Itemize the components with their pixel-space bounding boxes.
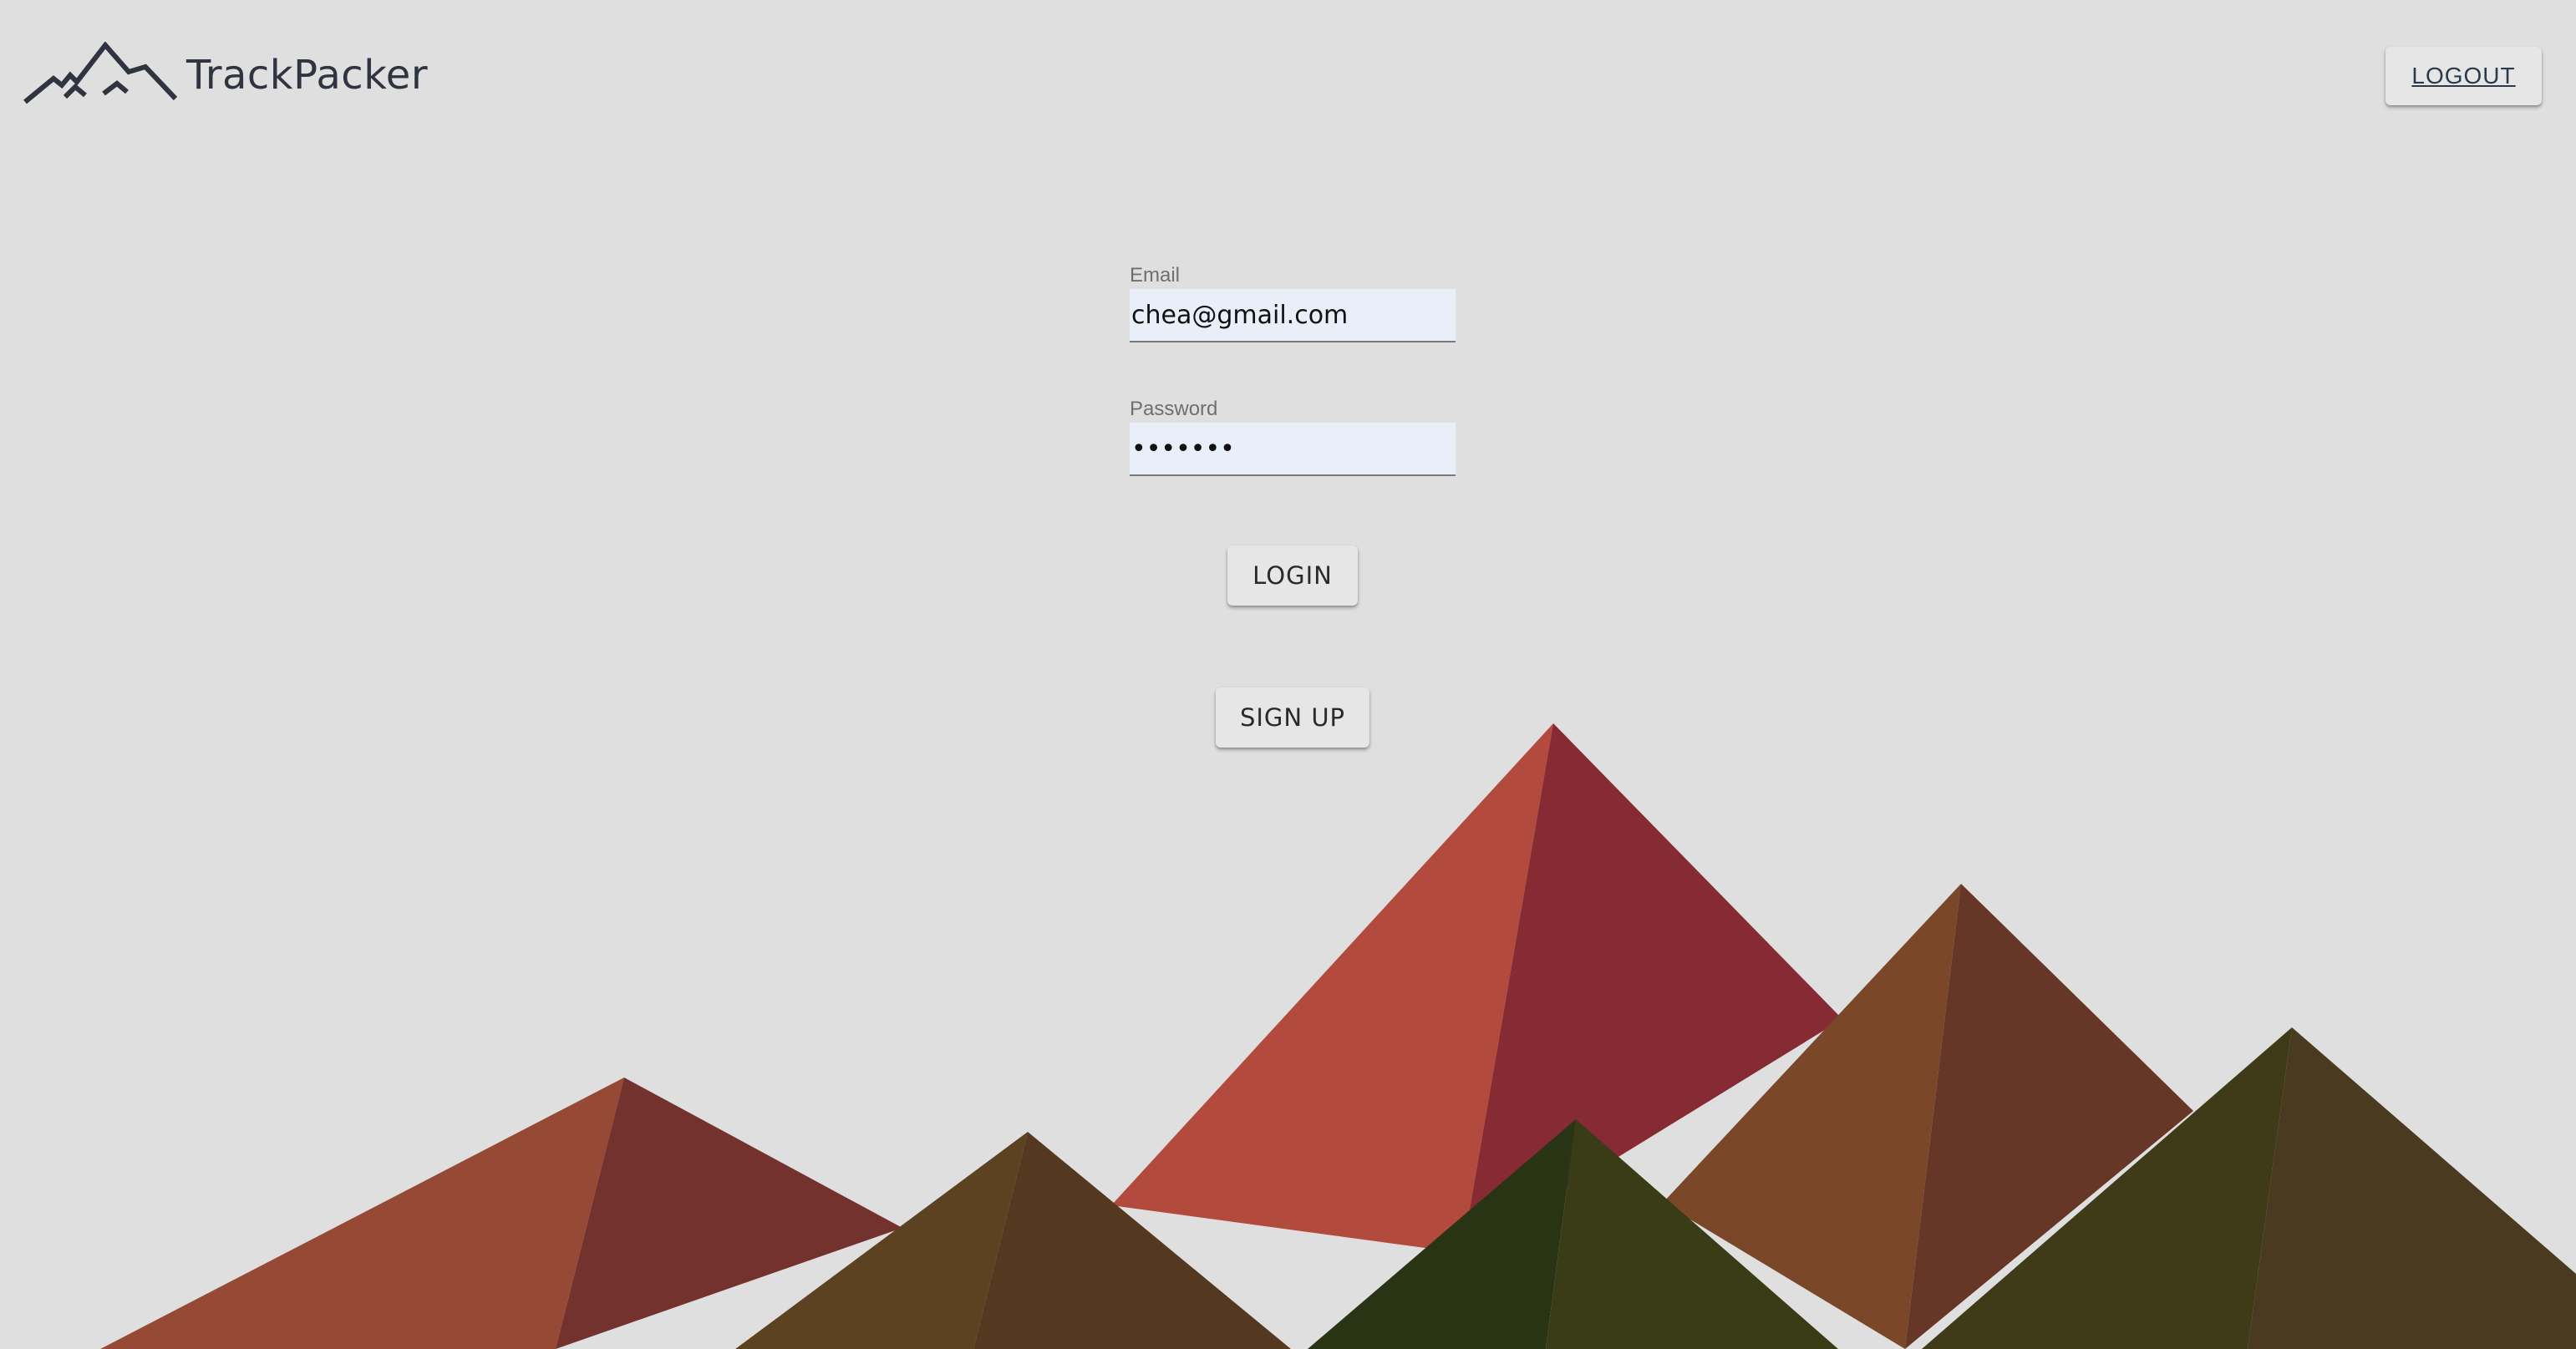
- email-field-group: Email: [1130, 262, 1456, 342]
- mountain-logo-icon: [23, 42, 178, 104]
- password-label: Password: [1130, 398, 1218, 420]
- password-input[interactable]: [1130, 423, 1456, 476]
- logout-button[interactable]: LOGOUT: [2385, 47, 2542, 105]
- email-label: Email: [1130, 264, 1181, 287]
- sign-up-button[interactable]: SIGN UP: [1216, 687, 1369, 748]
- mountain-background-illustration: [100, 723, 2576, 1349]
- email-input[interactable]: [1130, 289, 1456, 342]
- password-field-group: Password: [1130, 396, 1456, 476]
- app-title: TrackPacker: [186, 52, 429, 99]
- login-button[interactable]: LOGIN: [1227, 545, 1358, 606]
- brand[interactable]: TrackPacker: [23, 42, 428, 109]
- login-page: TrackPacker LOGOUT Email Password LOGIN …: [0, 0, 2576, 1349]
